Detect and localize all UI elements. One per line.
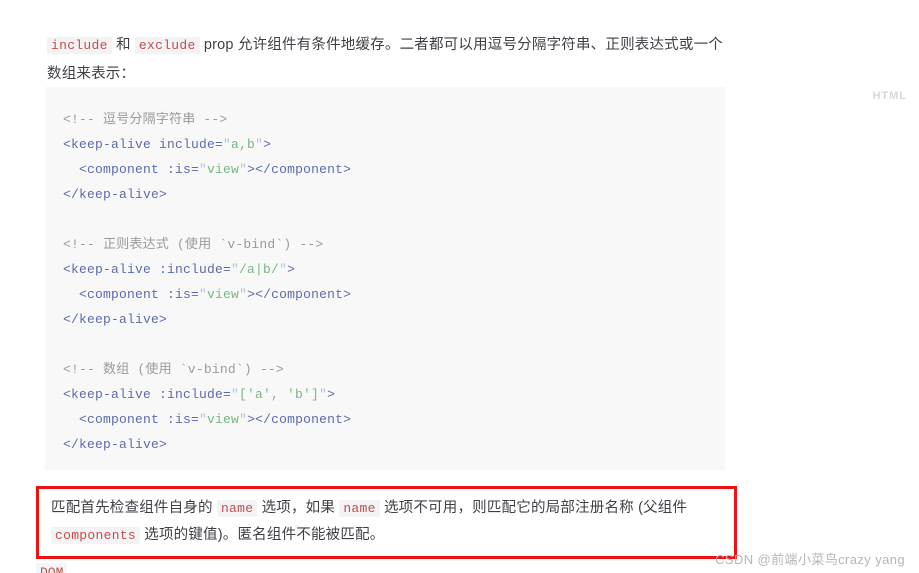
article-content-page: include 和 exclude prop 允许组件有条件地缓存。二者都可以用… — [0, 0, 919, 573]
bottom-cutoff-fragment: DOM — [36, 563, 736, 573]
highlighted-note-box: 匹配首先检查组件自身的 name 选项，如果 name 选项不可用，则匹配它的局… — [36, 486, 737, 559]
inline-code-include: include — [47, 36, 112, 54]
inline-code-name-2: name — [339, 500, 380, 517]
csdn-watermark: CSDN @前端小菜鸟crazy yang — [715, 552, 905, 567]
inline-code-name-1: name — [216, 500, 258, 517]
intro-paragraph: include 和 exclude prop 允许组件有条件地缓存。二者都可以用… — [47, 31, 737, 88]
note-text-2: 选项，如果 — [257, 500, 340, 516]
inline-code-exclude: exclude — [134, 36, 200, 54]
note-text-1: 匹配首先检查组件自身的 — [51, 500, 217, 516]
note-text-3: 选项不可用，则匹配它的局部注册名称 (父组件 — [379, 500, 688, 516]
bottom-fragment-text: DOM — [36, 563, 68, 573]
code-block: <!-- 逗号分隔字符串 --> <keep-alive include="a,… — [45, 87, 725, 470]
inline-code-components: components — [51, 527, 141, 544]
code-language-label: HTML — [872, 90, 907, 102]
note-text-4: 选项的键值)。匿名组件不能被匹配。 — [140, 527, 385, 543]
code-block-content: <!-- 逗号分隔字符串 --> <keep-alive include="a,… — [63, 112, 352, 452]
intro-text-1: 和 — [111, 36, 135, 53]
